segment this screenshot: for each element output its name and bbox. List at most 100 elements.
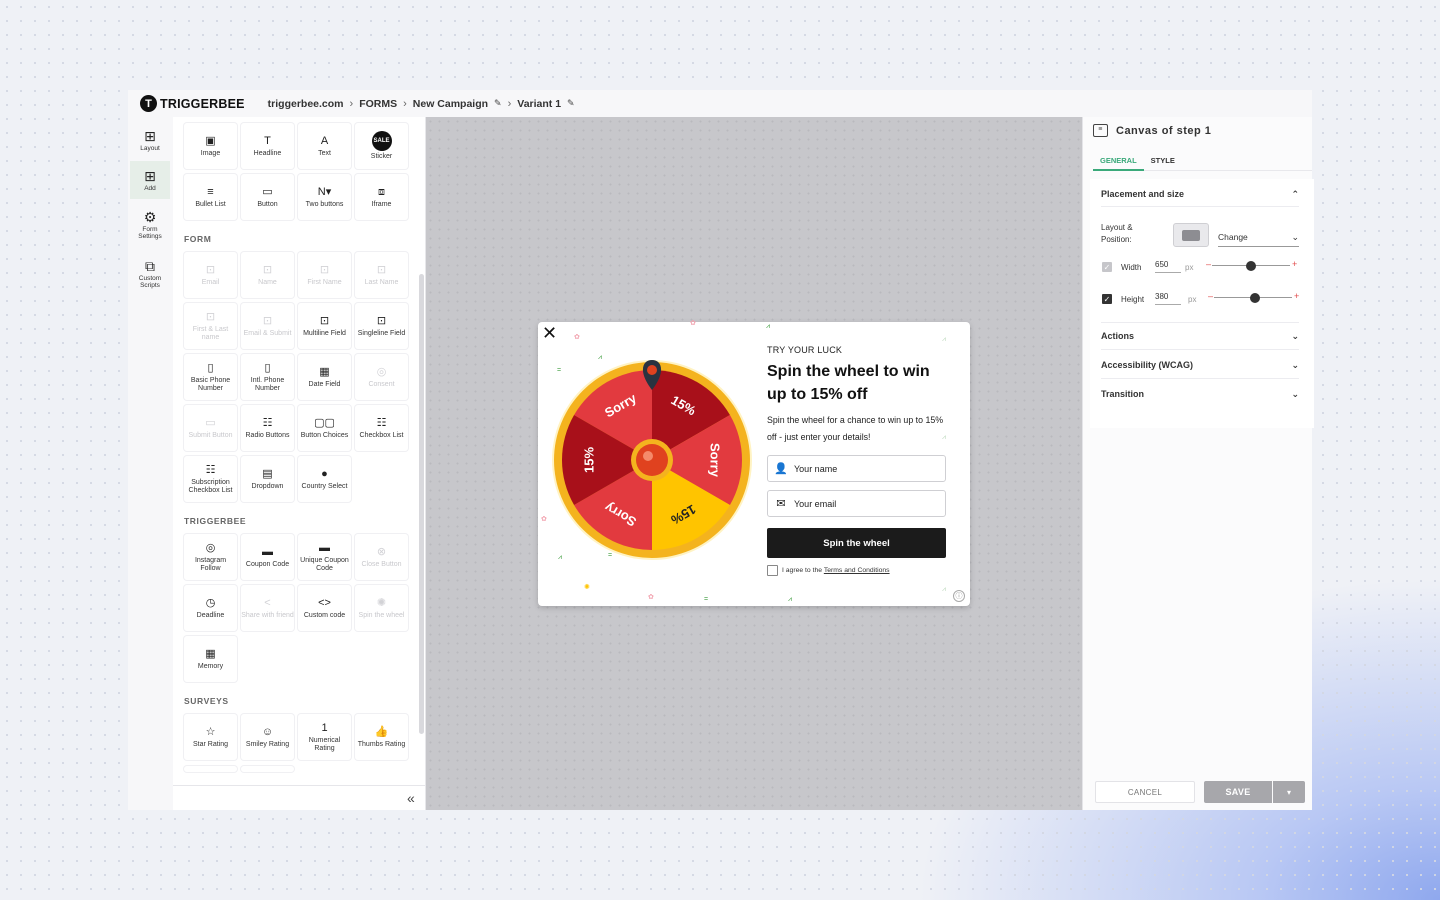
terms-link[interactable]: Terms and Conditions [824, 567, 890, 574]
palette-tile[interactable]: A Text [298, 123, 351, 169]
palette-tile[interactable]: N▾ Two buttons [298, 174, 351, 220]
terms-checkbox[interactable] [767, 565, 778, 576]
palette-tile[interactable]: ▦ Date Field [298, 354, 351, 400]
palette-scrollbar[interactable] [419, 274, 424, 734]
palette-tile[interactable]: ⊡ Name [241, 252, 294, 298]
palette-tile[interactable] [184, 766, 237, 772]
placement-size-header[interactable]: Placement and size ⌃ [1101, 189, 1299, 200]
rail-item-add[interactable]: ⊞ Add [130, 161, 170, 199]
transition-section[interactable]: Transition ⌄ [1101, 389, 1299, 400]
palette-tile[interactable]: ⊡ First Name [298, 252, 351, 298]
palette-tile[interactable]: ⊡ Multiline Field [298, 303, 351, 349]
breadcrumb-site[interactable]: triggerbee.com [268, 98, 344, 110]
accessibility-section[interactable]: Accessibility (WCAG) ⌄ [1101, 360, 1299, 371]
height-checkbox[interactable]: ✓ [1102, 294, 1112, 304]
slider-knob[interactable] [1246, 261, 1256, 271]
palette-tile[interactable]: ☷ Subscription Checkbox List [184, 456, 237, 502]
palette-tile[interactable]: ▣ Image [184, 123, 237, 169]
palette-tile[interactable] [241, 766, 294, 772]
name-field[interactable]: 👤 Your name [767, 455, 946, 482]
tab-general[interactable]: GENERAL [1093, 153, 1144, 171]
palette-tile[interactable]: ▯ Intl. Phone Number [241, 354, 294, 400]
rail-item-layout[interactable]: ⊞ Layout [130, 121, 170, 159]
width-unit: px [1185, 263, 1194, 272]
palette-tile[interactable]: ▬ Unique Coupon Code [298, 534, 351, 580]
cancel-button[interactable]: CANCEL [1095, 781, 1195, 803]
instagram-icon: ◎ [205, 541, 216, 554]
slider-knob[interactable] [1250, 293, 1261, 303]
palette-tile[interactable]: ⊡ Email [184, 252, 237, 298]
height-input[interactable]: 380 [1155, 292, 1181, 305]
palette-tile[interactable]: ▢▢ Button Choices [298, 405, 351, 451]
palette-tile[interactable]: ▬ Coupon Code [241, 534, 294, 580]
increase-height-icon[interactable]: + [1294, 291, 1299, 301]
palette-tile[interactable]: ☷ Checkbox List [355, 405, 408, 451]
layout-icon: ⊞ [144, 127, 156, 144]
spin-wheel-popup[interactable]: ✕ Sorry 15% Sorry 15% Sorry 15% TRY YOUR LUCK… [538, 320, 970, 606]
image-icon: ▣ [205, 134, 216, 147]
prize-wheel[interactable]: Sorry 15%Sorry15%Sorry15% [550, 358, 754, 562]
edit-variant-name-icon[interactable]: ✎ [567, 98, 575, 109]
palette-tile[interactable]: ☺ Smiley Rating [241, 714, 294, 760]
palette-tile[interactable]: ☆ Star Rating [184, 714, 237, 760]
collapse-panel-icon[interactable]: « [407, 790, 415, 806]
palette-tile-label: Custom code [303, 611, 346, 619]
decrease-width-icon[interactable]: – [1206, 259, 1211, 269]
palette-tile[interactable]: ◷ Deadline [184, 585, 237, 631]
breadcrumb-variant[interactable]: Variant 1 [517, 98, 561, 110]
increase-width-icon[interactable]: + [1292, 259, 1297, 269]
editor-canvas[interactable]: ✕ Sorry 15% Sorry 15% Sorry 15% TRY YOUR LUCK… [426, 117, 1082, 810]
palette-tile[interactable]: ⧈ Iframe [355, 174, 408, 220]
confetti-icon: ⩘ [942, 336, 946, 343]
palette-tile[interactable]: < Share with friend [241, 585, 294, 631]
accessibility-title: Accessibility (WCAG) [1101, 360, 1194, 370]
palette-tile[interactable]: ⊡ Email & Submit [241, 303, 294, 349]
close-icon[interactable]: ✕ [542, 323, 557, 344]
width-checkbox[interactable]: ✓ [1102, 262, 1112, 272]
palette-tile[interactable]: ▤ Dropdown [241, 456, 294, 502]
palette-tile[interactable]: ⊡ Last Name [355, 252, 408, 298]
palette-tile[interactable]: ⊡ Singleline Field [355, 303, 408, 349]
palette-tile[interactable]: 👍 Thumbs Rating [355, 714, 408, 760]
palette-tile[interactable]: ▦ Memory [184, 636, 237, 682]
decrease-height-icon[interactable]: – [1208, 291, 1213, 301]
spin-wheel-button[interactable]: Spin the wheel [767, 528, 946, 558]
layout-thumbnail[interactable] [1173, 223, 1209, 247]
breadcrumb-campaign[interactable]: New Campaign [413, 98, 488, 110]
edit-campaign-name-icon[interactable]: ✎ [494, 98, 502, 109]
clock-icon: ◷ [205, 596, 216, 609]
palette-tile[interactable]: ▭ Button [241, 174, 294, 220]
palette-tile[interactable]: ⊡ First & Last name [184, 303, 237, 349]
palette-tile[interactable]: ▭ Submit Button [184, 405, 237, 451]
palette-tile[interactable]: SALE Sticker [355, 123, 408, 169]
confetti-icon: = [704, 596, 709, 603]
palette-tile[interactable]: ◎ Instagram Follow [184, 534, 237, 580]
rail-item-custom-scripts[interactable]: ⧉ Custom Scripts [130, 255, 170, 293]
left-rail: ⊞ Layout ⊞ Add ⚙ Form Settings ⧉ Custom … [128, 117, 172, 810]
confetti-icon: ⩘ [598, 354, 602, 361]
palette-tile[interactable]: ◎ Consent [355, 354, 408, 400]
palette-tile[interactable]: ● Country Select [298, 456, 351, 502]
wheel-hub [636, 444, 668, 476]
layout-change-select[interactable]: Change ⌄ [1218, 232, 1299, 247]
save-options-dropdown-icon[interactable]: ▾ [1273, 781, 1305, 803]
email-field[interactable]: ✉ Your email [767, 490, 946, 517]
actions-section[interactable]: Actions ⌄ [1101, 331, 1299, 342]
palette-tile[interactable]: 1 Numerical Rating [298, 714, 351, 760]
palette-tile[interactable]: ≡ Bullet List [184, 174, 237, 220]
palette-tile[interactable]: <> Custom code [298, 585, 351, 631]
height-slider[interactable]: – + [1208, 291, 1299, 303]
triggerbee-logo[interactable]: T TRIGGERBEE [140, 95, 245, 112]
breadcrumb-forms[interactable]: FORMS [359, 98, 397, 110]
width-slider[interactable]: – + [1206, 259, 1297, 271]
tab-style[interactable]: STYLE [1144, 153, 1182, 171]
properties-panel: ≡ Canvas of step 1 GENERAL STYLE Placeme… [1082, 117, 1314, 810]
width-input[interactable]: 650 [1155, 260, 1181, 273]
save-button[interactable]: SAVE [1204, 781, 1272, 803]
palette-tile[interactable]: ⊗ Close Button [355, 534, 408, 580]
palette-tile[interactable]: ▯ Basic Phone Number [184, 354, 237, 400]
palette-tile[interactable]: T Headline [241, 123, 294, 169]
rail-item-form-settings[interactable]: ⚙ Form Settings [130, 206, 170, 244]
palette-tile[interactable]: ✺ Spin the wheel [355, 585, 408, 631]
palette-tile[interactable]: ☷ Radio Buttons [241, 405, 294, 451]
